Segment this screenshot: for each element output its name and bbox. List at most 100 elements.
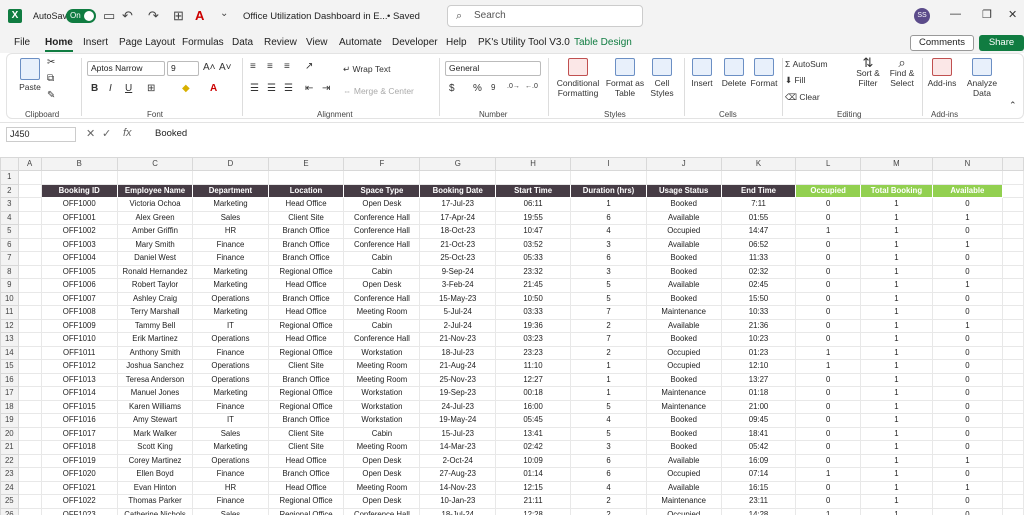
table-cell[interactable]: 0 bbox=[931, 426, 1003, 441]
column-header-f[interactable]: F bbox=[343, 157, 421, 171]
table-cell[interactable]: 18-Oct-23 bbox=[419, 224, 497, 239]
tab-insert[interactable]: Insert bbox=[83, 37, 108, 48]
table-cell[interactable]: 1 bbox=[859, 480, 933, 495]
tab-review[interactable]: Review bbox=[264, 37, 297, 48]
column-header-a[interactable]: A bbox=[17, 157, 42, 171]
table-cell[interactable]: 17-Apr-24 bbox=[419, 210, 497, 225]
table-cell[interactable]: 0 bbox=[795, 251, 861, 266]
table-header-cell[interactable]: Employee Name bbox=[116, 183, 194, 198]
table-cell[interactable]: 10:33 bbox=[720, 305, 797, 320]
table-cell[interactable]: 2 bbox=[570, 494, 647, 509]
table-cell[interactable]: 12:10 bbox=[720, 359, 797, 374]
table-cell[interactable]: OFF1007 bbox=[40, 291, 118, 306]
table-cell[interactable]: 0 bbox=[931, 332, 1003, 347]
table-cell[interactable]: OFF1002 bbox=[40, 224, 118, 239]
table-cell[interactable]: 21-Oct-23 bbox=[419, 237, 497, 252]
cell[interactable] bbox=[17, 251, 42, 266]
cell[interactable] bbox=[795, 170, 861, 185]
column-header-e[interactable]: E bbox=[267, 157, 345, 171]
table-cell[interactable]: 1 bbox=[795, 224, 861, 239]
table-cell[interactable]: Regional Office bbox=[267, 399, 345, 414]
table-cell[interactable]: Amy Stewart bbox=[116, 413, 194, 428]
table-cell[interactable]: 10:47 bbox=[495, 224, 572, 239]
cell[interactable] bbox=[1001, 170, 1024, 185]
table-cell[interactable]: 01:18 bbox=[720, 386, 797, 401]
table-cell[interactable]: Regional Office bbox=[267, 507, 345, 515]
table-cell[interactable]: 3 bbox=[570, 237, 647, 252]
table-cell[interactable]: Head Office bbox=[267, 197, 345, 212]
table-cell[interactable]: 0 bbox=[931, 507, 1003, 515]
table-cell[interactable]: 03:23 bbox=[495, 332, 572, 347]
cell[interactable] bbox=[1001, 494, 1024, 509]
table-cell[interactable]: 6 bbox=[570, 453, 647, 468]
table-cell[interactable]: 1 bbox=[859, 278, 933, 293]
minimize-icon[interactable]: — bbox=[950, 8, 961, 20]
table-cell[interactable]: 1 bbox=[859, 453, 933, 468]
summary-header-cell[interactable]: Occupied bbox=[795, 183, 861, 198]
table-cell[interactable]: 0 bbox=[931, 197, 1003, 212]
table-cell[interactable]: Marketing bbox=[192, 197, 269, 212]
table-cell[interactable]: Head Office bbox=[267, 453, 345, 468]
cell[interactable] bbox=[17, 426, 42, 441]
cell[interactable] bbox=[17, 332, 42, 347]
fill-button[interactable]: ⬇ Fill bbox=[785, 75, 805, 85]
row-header[interactable]: 17 bbox=[0, 386, 19, 401]
cell[interactable] bbox=[192, 170, 269, 185]
orientation-icon[interactable]: ↗ bbox=[305, 61, 313, 72]
format-painter-icon[interactable]: ✎ bbox=[47, 90, 55, 101]
table-cell[interactable]: 0 bbox=[931, 399, 1003, 414]
select-all-corner[interactable] bbox=[0, 157, 19, 171]
table-cell[interactable]: HR bbox=[192, 224, 269, 239]
table-cell[interactable]: 21:36 bbox=[720, 318, 797, 333]
table-cell[interactable]: 0 bbox=[795, 332, 861, 347]
table-cell[interactable]: 19:36 bbox=[495, 318, 572, 333]
table-cell[interactable]: OFF1015 bbox=[40, 399, 118, 414]
cell[interactable] bbox=[17, 197, 42, 212]
cell[interactable] bbox=[17, 318, 42, 333]
table-cell[interactable]: Ashley Craig bbox=[116, 291, 194, 306]
row-header[interactable]: 14 bbox=[0, 345, 19, 360]
cell[interactable] bbox=[1001, 359, 1024, 374]
table-cell[interactable]: Sales bbox=[192, 426, 269, 441]
cell[interactable] bbox=[17, 237, 42, 252]
table-cell[interactable]: 1 bbox=[859, 318, 933, 333]
table-cell[interactable]: Occupied bbox=[645, 224, 722, 239]
table-cell[interactable]: 17-Jul-23 bbox=[419, 197, 497, 212]
cell[interactable] bbox=[1001, 413, 1024, 428]
table-cell[interactable]: 1 bbox=[859, 197, 933, 212]
column-header-m[interactable]: M bbox=[859, 157, 933, 171]
wrap-text-button[interactable]: ↵ Wrap Text bbox=[343, 64, 390, 74]
table-cell[interactable]: 15-May-23 bbox=[419, 291, 497, 306]
table-cell[interactable]: 0 bbox=[795, 237, 861, 252]
table-cell[interactable]: OFF1022 bbox=[40, 494, 118, 509]
table-cell[interactable]: 0 bbox=[795, 399, 861, 414]
tab-formulas[interactable]: Formulas bbox=[182, 37, 224, 48]
table-cell[interactable]: Finance bbox=[192, 399, 269, 414]
table-cell[interactable]: 0 bbox=[931, 372, 1003, 387]
document-title[interactable]: Office Utilization Dashboard in E... bbox=[243, 11, 388, 22]
table-cell[interactable]: 4 bbox=[570, 480, 647, 495]
name-box[interactable]: J450 bbox=[6, 127, 76, 142]
cell[interactable] bbox=[343, 170, 421, 185]
table-cell[interactable]: 12:28 bbox=[495, 507, 572, 515]
row-header[interactable]: 12 bbox=[0, 318, 19, 333]
table-cell[interactable]: Marketing bbox=[192, 305, 269, 320]
table-cell[interactable]: 0 bbox=[931, 264, 1003, 279]
table-cell[interactable]: 0 bbox=[931, 386, 1003, 401]
table-cell[interactable]: 1 bbox=[859, 426, 933, 441]
table-cell[interactable]: Daniel West bbox=[116, 251, 194, 266]
table-cell[interactable]: 1 bbox=[859, 507, 933, 515]
table-cell[interactable]: Head Office bbox=[267, 480, 345, 495]
table-cell[interactable]: 0 bbox=[795, 278, 861, 293]
table-cell[interactable]: 6 bbox=[570, 210, 647, 225]
table-cell[interactable]: Erik Martinez bbox=[116, 332, 194, 347]
table-cell[interactable]: 2-Jul-24 bbox=[419, 318, 497, 333]
table-cell[interactable]: Open Desk bbox=[343, 197, 421, 212]
table-cell[interactable]: OFF1004 bbox=[40, 251, 118, 266]
cell[interactable] bbox=[1001, 305, 1024, 320]
table-cell[interactable]: 0 bbox=[795, 453, 861, 468]
table-cell[interactable]: 19:55 bbox=[495, 210, 572, 225]
cell[interactable] bbox=[1001, 386, 1024, 401]
table-cell[interactable]: 03:52 bbox=[495, 237, 572, 252]
table-cell[interactable]: Mary Smith bbox=[116, 237, 194, 252]
